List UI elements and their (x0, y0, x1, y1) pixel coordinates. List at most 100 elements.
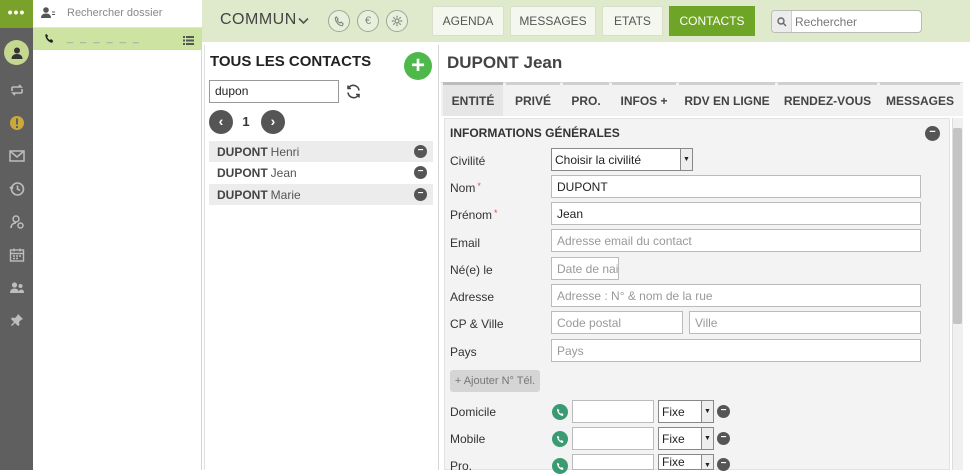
nom-label: Nom * (450, 181, 481, 195)
remove-contact-button[interactable]: − (414, 188, 427, 201)
contact-last-name: DUPONT (217, 165, 268, 180)
nav-etats[interactable]: ETATS (602, 6, 663, 36)
euro-circle-button[interactable]: € (357, 10, 379, 32)
remove-contact-button[interactable]: − (414, 145, 427, 158)
transfer-icon[interactable] (0, 76, 33, 104)
phone-icon[interactable] (552, 404, 568, 420)
cp-ville-label: CP & Ville (450, 317, 504, 331)
phone-type-value: Fixe (662, 455, 685, 469)
civilite-label: Civilité (450, 154, 486, 168)
phone-type-value: Fixe (662, 431, 685, 446)
phone-icon[interactable] (552, 431, 568, 447)
tab-entite[interactable]: ENTITÉ (443, 82, 503, 116)
folder-panel (33, 0, 202, 470)
phone-number-field[interactable] (572, 427, 654, 450)
user-icon[interactable] (4, 40, 29, 65)
tab-infos-plus[interactable]: INFOS + (612, 82, 676, 116)
page-number: 1 (242, 114, 250, 129)
folder-item-active[interactable]: _ _ _ _ _ _ (33, 28, 202, 50)
email-field[interactable]: Adresse email du contact (551, 229, 921, 252)
list-menu-icon[interactable] (183, 34, 194, 48)
contacts-search-input[interactable] (210, 81, 336, 101)
phone-type-select[interactable]: Fixe ▼ (658, 454, 714, 470)
tab-pro[interactable]: PRO. (563, 82, 609, 116)
pays-field[interactable]: Pays (551, 339, 921, 362)
tab-rendez-vous[interactable]: RENDEZ-VOUS (778, 82, 877, 116)
scrollbar-thumb[interactable] (953, 128, 962, 324)
phone-icon (44, 33, 55, 47)
contact-first-name: Marie (270, 187, 301, 202)
pager-prev-button[interactable]: ‹ (209, 110, 233, 134)
contact-last-name: DUPONT (217, 144, 268, 159)
email-label: Email (450, 236, 481, 250)
add-contact-button[interactable]: + (404, 52, 432, 80)
settings-circle-button[interactable] (386, 10, 408, 32)
contact-row[interactable]: DUPONT Henri − (209, 141, 433, 162)
dropdown-arrow-icon: ▼ (680, 149, 692, 170)
folder-user-icon (41, 6, 55, 22)
phone-type-select[interactable]: Fixe ▼ (658, 400, 714, 423)
chevron-down-icon[interactable] (298, 14, 309, 28)
history-icon[interactable] (0, 175, 33, 203)
phone-icon[interactable] (552, 458, 568, 474)
tab-rdv-en-ligne[interactable]: RDV EN LIGNE (679, 82, 775, 116)
contact-detail-title: DUPONT Jean (447, 53, 563, 72)
folder-search-placeholder: Rechercher dossier (67, 7, 163, 19)
prenom-label: Prénom * (450, 208, 498, 222)
users-icon[interactable] (0, 274, 33, 302)
contact-first-name: Jean (270, 165, 297, 180)
add-phone-button[interactable]: + Ajouter N° Tél. (450, 370, 540, 392)
menu-dots-button[interactable]: ••• (0, 0, 33, 28)
tab-messages[interactable]: MESSAGES (880, 82, 960, 116)
folder-item-label: _ _ _ _ _ _ (67, 32, 141, 44)
remove-phone-button[interactable]: − (717, 432, 730, 445)
prenom-field[interactable]: Jean (551, 202, 921, 225)
dropdown-arrow-icon: ▼ (701, 455, 713, 469)
calendar-icon[interactable] (0, 241, 33, 269)
user-settings-icon[interactable] (0, 208, 33, 236)
required-mark: * (494, 208, 498, 218)
collapse-section-button[interactable]: − (925, 126, 940, 141)
nav-messages[interactable]: MESSAGES (510, 6, 596, 36)
remove-phone-button[interactable]: − (717, 405, 730, 418)
city-field[interactable]: Ville (689, 311, 921, 334)
tab-prive[interactable]: PRIVÉ (506, 82, 560, 116)
alert-icon[interactable] (0, 109, 33, 137)
nav-contacts[interactable]: CONTACTS (669, 6, 755, 36)
required-mark: * (477, 181, 481, 191)
envelope-icon[interactable] (0, 142, 33, 170)
postal-code-field[interactable]: Code postal (551, 311, 683, 334)
contact-row[interactable]: DUPONT Jean − (209, 162, 433, 183)
folder-search[interactable]: Rechercher dossier (33, 0, 202, 28)
contacts-list-title: TOUS LES CONTACTS (210, 53, 372, 70)
dropdown-arrow-icon: ▼ (701, 428, 713, 449)
adresse-field[interactable]: Adresse : N° & nom de la rue (551, 284, 921, 307)
global-search[interactable] (771, 10, 922, 33)
phone-number-field[interactable] (572, 454, 654, 470)
birthdate-field[interactable]: Date de nais (551, 257, 619, 280)
refresh-icon[interactable] (345, 83, 362, 103)
phone-type-select[interactable]: Fixe ▼ (658, 427, 714, 450)
civilite-value: Choisir la civilité (555, 152, 642, 167)
phone-type-value: Fixe (662, 404, 685, 419)
phone-number-field[interactable] (572, 400, 654, 423)
section-title: INFORMATIONS GÉNÉRALES (450, 126, 620, 140)
phone-circle-button[interactable] (328, 10, 350, 32)
birthdate-label: Né(e) le (450, 263, 493, 277)
pin-icon[interactable] (0, 306, 33, 334)
nav-agenda[interactable]: AGENDA (432, 6, 504, 36)
remove-phone-button[interactable]: − (717, 458, 730, 471)
contact-row[interactable]: DUPONT Marie − (209, 184, 433, 205)
nom-field[interactable]: DUPONT (551, 175, 921, 198)
pays-label: Pays (450, 345, 477, 359)
euro-icon: € (364, 15, 372, 27)
workspace-title[interactable]: COMMUN (220, 11, 297, 29)
civilite-select[interactable]: Choisir la civilité ▼ (551, 148, 693, 171)
search-icon (772, 11, 792, 32)
contacts-list-panel (204, 45, 436, 470)
pager-next-button[interactable]: › (261, 110, 285, 134)
adresse-label: Adresse (450, 290, 495, 304)
remove-contact-button[interactable]: − (414, 166, 427, 179)
global-search-input[interactable] (795, 13, 915, 30)
contacts-search[interactable] (209, 80, 339, 103)
